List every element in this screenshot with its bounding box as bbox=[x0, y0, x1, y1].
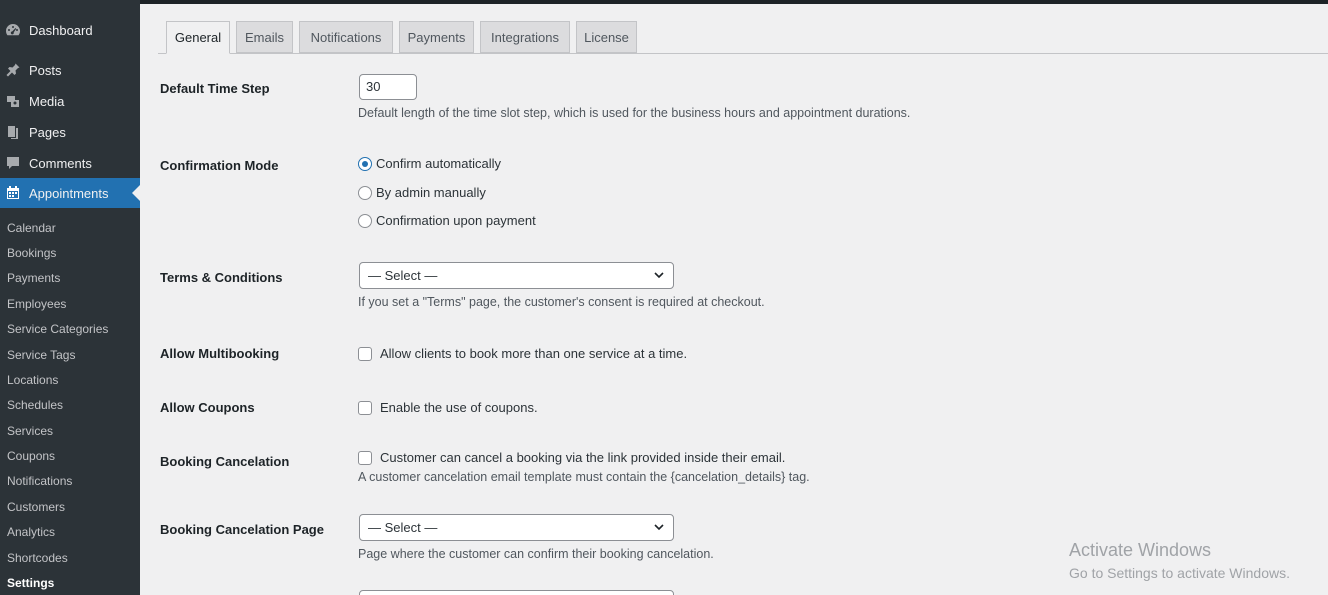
comment-icon bbox=[5, 155, 21, 171]
coupons-checkbox[interactable] bbox=[358, 400, 372, 415]
menu-label: Pages bbox=[29, 124, 66, 140]
radio-confirm-automatically[interactable]: Confirm automatically bbox=[358, 156, 501, 171]
tab-payments[interactable]: Payments bbox=[399, 21, 474, 53]
submenu-calendar[interactable]: Calendar bbox=[7, 219, 56, 237]
coupons-label: Allow Coupons bbox=[160, 400, 255, 415]
submenu-settings[interactable]: Settings bbox=[7, 574, 54, 592]
confirmation-mode-label: Confirmation Mode bbox=[160, 158, 279, 173]
select-value: — Select — bbox=[368, 520, 438, 535]
tab-general[interactable]: General bbox=[166, 21, 230, 54]
submenu-bookings[interactable]: Bookings bbox=[7, 244, 56, 262]
calendar-icon bbox=[5, 185, 21, 201]
cancelation-checkbox[interactable] bbox=[358, 450, 372, 465]
submenu-services[interactable]: Services bbox=[7, 422, 53, 440]
menu-label: Media bbox=[29, 93, 65, 109]
submenu-employees[interactable]: Employees bbox=[7, 295, 66, 313]
radio-button[interactable] bbox=[358, 156, 372, 171]
menu-item-comments[interactable]: Comments bbox=[0, 148, 140, 178]
radio-by-admin-manually[interactable]: By admin manually bbox=[358, 185, 486, 200]
tab-emails[interactable]: Emails bbox=[236, 21, 293, 53]
menu-label: Posts bbox=[29, 62, 62, 78]
pages-icon bbox=[5, 124, 21, 140]
menu-item-dashboard[interactable]: Dashboard bbox=[0, 15, 140, 45]
next-select-partial[interactable] bbox=[359, 590, 674, 595]
submenu-shortcodes[interactable]: Shortcodes bbox=[7, 549, 68, 567]
media-icon bbox=[5, 93, 21, 109]
activate-windows-subtitle: Go to Settings to activate Windows. bbox=[1069, 565, 1290, 581]
submenu-service-categories[interactable]: Service Categories bbox=[7, 320, 108, 338]
tab-integrations[interactable]: Integrations bbox=[480, 21, 570, 53]
cancelation-description: A customer cancelation email template mu… bbox=[358, 470, 810, 484]
submenu-coupons[interactable]: Coupons bbox=[7, 447, 55, 465]
submenu-service-tags[interactable]: Service Tags bbox=[7, 346, 75, 364]
time-step-input[interactable]: 30 bbox=[359, 74, 417, 100]
tab-notifications[interactable]: Notifications bbox=[299, 21, 393, 53]
select-value: — Select — bbox=[368, 268, 438, 283]
submenu-analytics[interactable]: Analytics bbox=[7, 523, 55, 541]
appointments-submenu: Calendar Bookings Payments Employees Ser… bbox=[0, 209, 140, 595]
multibooking-checkbox[interactable] bbox=[358, 346, 372, 361]
submenu-locations[interactable]: Locations bbox=[7, 371, 58, 389]
cancelation-checkbox-row[interactable]: Customer can cancel a booking via the li… bbox=[358, 450, 785, 465]
terms-description: If you set a "Terms" page, the customer'… bbox=[358, 295, 765, 309]
radio-button[interactable] bbox=[358, 185, 372, 200]
submenu-schedules[interactable]: Schedules bbox=[7, 396, 63, 414]
pin-icon bbox=[5, 62, 21, 78]
cancelation-page-description: Page where the customer can confirm thei… bbox=[358, 547, 714, 561]
time-step-label: Default Time Step bbox=[160, 81, 270, 96]
checkbox-label: Allow clients to book more than one serv… bbox=[380, 346, 688, 361]
radio-label: Confirm automatically bbox=[376, 156, 501, 171]
coupons-checkbox-row[interactable]: Enable the use of coupons. bbox=[358, 400, 538, 415]
tab-license[interactable]: License bbox=[576, 21, 637, 53]
chevron-down-icon bbox=[653, 269, 665, 281]
menu-item-pages[interactable]: Pages bbox=[0, 117, 140, 147]
menu-label: Dashboard bbox=[29, 22, 93, 38]
cancelation-label: Booking Cancelation bbox=[160, 454, 290, 469]
submenu-notifications[interactable]: Notifications bbox=[7, 472, 72, 490]
submenu-payments[interactable]: Payments bbox=[7, 269, 60, 287]
activate-windows-title: Activate Windows bbox=[1069, 540, 1212, 560]
admin-sidebar: Dashboard Posts Media Pages Comments App… bbox=[0, 0, 140, 595]
checkbox-label: Customer can cancel a booking via the li… bbox=[380, 450, 786, 465]
menu-item-posts[interactable]: Posts bbox=[0, 55, 140, 85]
radio-button[interactable] bbox=[358, 213, 372, 228]
menu-label: Comments bbox=[29, 155, 92, 171]
cancelation-page-label: Booking Cancelation Page bbox=[160, 522, 324, 537]
chevron-down-icon bbox=[653, 521, 665, 533]
radio-label: Confirmation upon payment bbox=[376, 213, 536, 228]
multibooking-checkbox-row[interactable]: Allow clients to book more than one serv… bbox=[358, 346, 687, 361]
admin-top-bar bbox=[0, 0, 1328, 4]
dashboard-icon bbox=[5, 22, 21, 38]
terms-label: Terms & Conditions bbox=[160, 270, 283, 285]
radio-confirmation-upon-payment[interactable]: Confirmation upon payment bbox=[358, 213, 536, 228]
menu-label: Appointments bbox=[29, 185, 109, 201]
submenu-customers[interactable]: Customers bbox=[7, 498, 65, 516]
checkbox-label: Enable the use of coupons. bbox=[380, 400, 538, 415]
terms-select[interactable]: — Select — bbox=[359, 262, 674, 289]
menu-item-media[interactable]: Media bbox=[0, 86, 140, 116]
multibooking-label: Allow Multibooking bbox=[160, 346, 280, 361]
cancelation-page-select[interactable]: — Select — bbox=[359, 514, 674, 541]
menu-item-appointments[interactable]: Appointments bbox=[0, 178, 140, 208]
time-step-description: Default length of the time slot step, wh… bbox=[358, 106, 911, 120]
radio-label: By admin manually bbox=[376, 185, 486, 200]
tabs-divider bbox=[158, 53, 1328, 54]
